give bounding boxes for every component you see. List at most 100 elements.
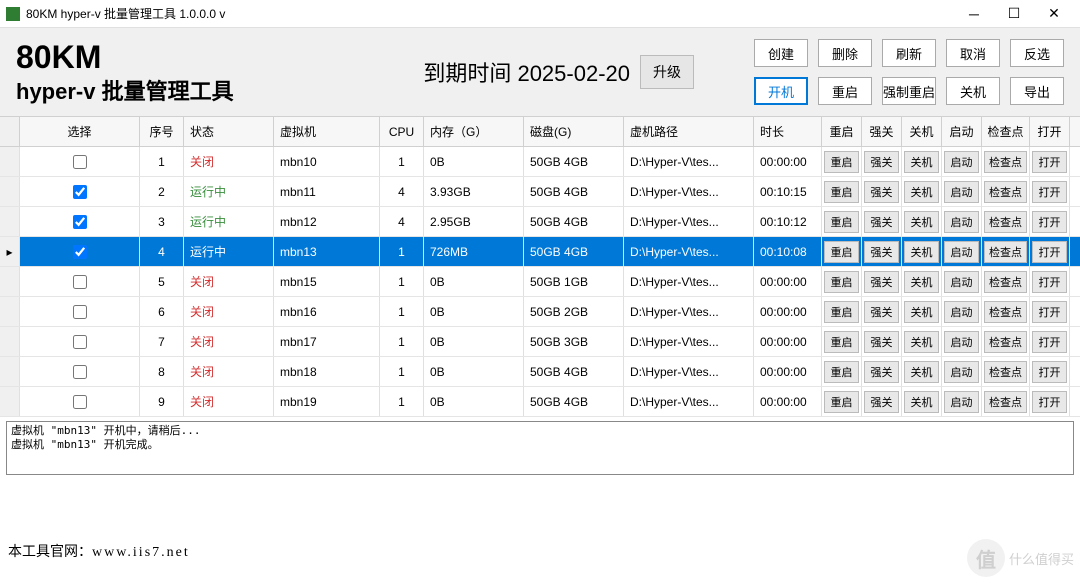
row-button-启动[interactable]: 启动 (944, 271, 979, 293)
row-checkbox[interactable] (73, 245, 87, 259)
minimize-button[interactable]: ─ (954, 2, 994, 26)
row-button-检查点[interactable]: 检查点 (984, 361, 1027, 383)
col-restart[interactable]: 重启 (822, 117, 862, 146)
table-row[interactable]: 1关闭mbn1010B50GB 4GBD:\Hyper-V\tes...00:0… (0, 147, 1080, 177)
row-button-启动[interactable]: 启动 (944, 301, 979, 323)
row-button-启动[interactable]: 启动 (944, 331, 979, 353)
row-checkbox[interactable] (73, 305, 87, 319)
row-button-检查点[interactable]: 检查点 (984, 211, 1027, 233)
row-button-启动[interactable]: 启动 (944, 181, 979, 203)
col-path[interactable]: 虚机路径 (624, 117, 754, 146)
row-button-打开[interactable]: 打开 (1032, 331, 1067, 353)
table-row[interactable]: 9关闭mbn1910B50GB 4GBD:\Hyper-V\tes...00:0… (0, 387, 1080, 417)
col-select[interactable]: 选择 (20, 117, 140, 146)
row-checkbox[interactable] (73, 155, 87, 169)
action-button-关机[interactable]: 关机 (946, 77, 1000, 105)
row-button-强关[interactable]: 强关 (864, 391, 899, 413)
col-seq[interactable]: 序号 (140, 117, 184, 146)
row-button-重启[interactable]: 重启 (824, 241, 859, 263)
row-button-检查点[interactable]: 检查点 (984, 241, 1027, 263)
row-button-关机[interactable]: 关机 (904, 181, 939, 203)
table-row[interactable]: 6关闭mbn1610B50GB 2GBD:\Hyper-V\tes...00:0… (0, 297, 1080, 327)
col-start[interactable]: 启动 (942, 117, 982, 146)
row-button-关机[interactable]: 关机 (904, 271, 939, 293)
table-row[interactable]: ▸4运行中mbn131726MB50GB 4GBD:\Hyper-V\tes..… (0, 237, 1080, 267)
row-button-重启[interactable]: 重启 (824, 301, 859, 323)
row-button-关机[interactable]: 关机 (904, 241, 939, 263)
row-button-重启[interactable]: 重启 (824, 151, 859, 173)
row-checkbox[interactable] (73, 215, 87, 229)
col-cpu[interactable]: CPU (380, 117, 424, 146)
table-row[interactable]: 2运行中mbn1143.93GB50GB 4GBD:\Hyper-V\tes..… (0, 177, 1080, 207)
row-button-关机[interactable]: 关机 (904, 151, 939, 173)
row-button-强关[interactable]: 强关 (864, 271, 899, 293)
row-checkbox[interactable] (73, 395, 87, 409)
row-button-启动[interactable]: 启动 (944, 211, 979, 233)
row-button-打开[interactable]: 打开 (1032, 211, 1067, 233)
row-button-打开[interactable]: 打开 (1032, 391, 1067, 413)
row-button-强关[interactable]: 强关 (864, 301, 899, 323)
action-button-开机[interactable]: 开机 (754, 77, 808, 105)
row-button-强关[interactable]: 强关 (864, 211, 899, 233)
row-button-启动[interactable]: 启动 (944, 241, 979, 263)
row-button-打开[interactable]: 打开 (1032, 301, 1067, 323)
col-shutdown[interactable]: 关机 (902, 117, 942, 146)
row-button-重启[interactable]: 重启 (824, 391, 859, 413)
action-button-取消[interactable]: 取消 (946, 39, 1000, 67)
row-button-强关[interactable]: 强关 (864, 151, 899, 173)
row-button-打开[interactable]: 打开 (1032, 361, 1067, 383)
col-checkpoint[interactable]: 检查点 (982, 117, 1030, 146)
table-row[interactable]: 5关闭mbn1510B50GB 1GBD:\Hyper-V\tes...00:0… (0, 267, 1080, 297)
row-button-强关[interactable]: 强关 (864, 181, 899, 203)
action-button-创建[interactable]: 创建 (754, 39, 808, 67)
action-button-反选[interactable]: 反选 (1010, 39, 1064, 67)
row-button-重启[interactable]: 重启 (824, 181, 859, 203)
row-button-检查点[interactable]: 检查点 (984, 391, 1027, 413)
row-button-检查点[interactable]: 检查点 (984, 331, 1027, 353)
table-row[interactable]: 8关闭mbn1810B50GB 4GBD:\Hyper-V\tes...00:0… (0, 357, 1080, 387)
row-button-强关[interactable]: 强关 (864, 331, 899, 353)
col-disk[interactable]: 磁盘(G) (524, 117, 624, 146)
row-button-打开[interactable]: 打开 (1032, 271, 1067, 293)
action-button-刷新[interactable]: 刷新 (882, 39, 936, 67)
row-button-打开[interactable]: 打开 (1032, 181, 1067, 203)
row-button-关机[interactable]: 关机 (904, 391, 939, 413)
col-status[interactable]: 状态 (184, 117, 274, 146)
row-button-检查点[interactable]: 检查点 (984, 181, 1027, 203)
close-button[interactable]: ✕ (1034, 2, 1074, 26)
row-button-重启[interactable]: 重启 (824, 331, 859, 353)
action-button-导出[interactable]: 导出 (1010, 77, 1064, 105)
upgrade-button[interactable]: 升级 (640, 55, 694, 89)
row-button-关机[interactable]: 关机 (904, 361, 939, 383)
row-button-重启[interactable]: 重启 (824, 211, 859, 233)
col-force[interactable]: 强关 (862, 117, 902, 146)
row-button-关机[interactable]: 关机 (904, 301, 939, 323)
row-button-打开[interactable]: 打开 (1032, 151, 1067, 173)
row-checkbox[interactable] (73, 365, 87, 379)
row-checkbox[interactable] (73, 335, 87, 349)
row-button-关机[interactable]: 关机 (904, 331, 939, 353)
maximize-button[interactable]: ☐ (994, 2, 1034, 26)
row-button-重启[interactable]: 重启 (824, 271, 859, 293)
action-button-删除[interactable]: 删除 (818, 39, 872, 67)
col-time[interactable]: 时长 (754, 117, 822, 146)
row-button-强关[interactable]: 强关 (864, 241, 899, 263)
row-button-强关[interactable]: 强关 (864, 361, 899, 383)
row-button-启动[interactable]: 启动 (944, 151, 979, 173)
row-button-启动[interactable]: 启动 (944, 391, 979, 413)
row-button-关机[interactable]: 关机 (904, 211, 939, 233)
row-button-检查点[interactable]: 检查点 (984, 301, 1027, 323)
col-open[interactable]: 打开 (1030, 117, 1070, 146)
action-button-强制重启[interactable]: 强制重启 (882, 77, 936, 105)
table-row[interactable]: 3运行中mbn1242.95GB50GB 4GBD:\Hyper-V\tes..… (0, 207, 1080, 237)
row-button-检查点[interactable]: 检查点 (984, 151, 1027, 173)
row-button-重启[interactable]: 重启 (824, 361, 859, 383)
action-button-重启[interactable]: 重启 (818, 77, 872, 105)
footer-url[interactable]: www.iis7.net (92, 545, 190, 560)
row-checkbox[interactable] (73, 275, 87, 289)
col-name[interactable]: 虚拟机 (274, 117, 380, 146)
row-button-检查点[interactable]: 检查点 (984, 271, 1027, 293)
table-row[interactable]: 7关闭mbn1710B50GB 3GBD:\Hyper-V\tes...00:0… (0, 327, 1080, 357)
row-button-启动[interactable]: 启动 (944, 361, 979, 383)
col-mem[interactable]: 内存（G） (424, 117, 524, 146)
